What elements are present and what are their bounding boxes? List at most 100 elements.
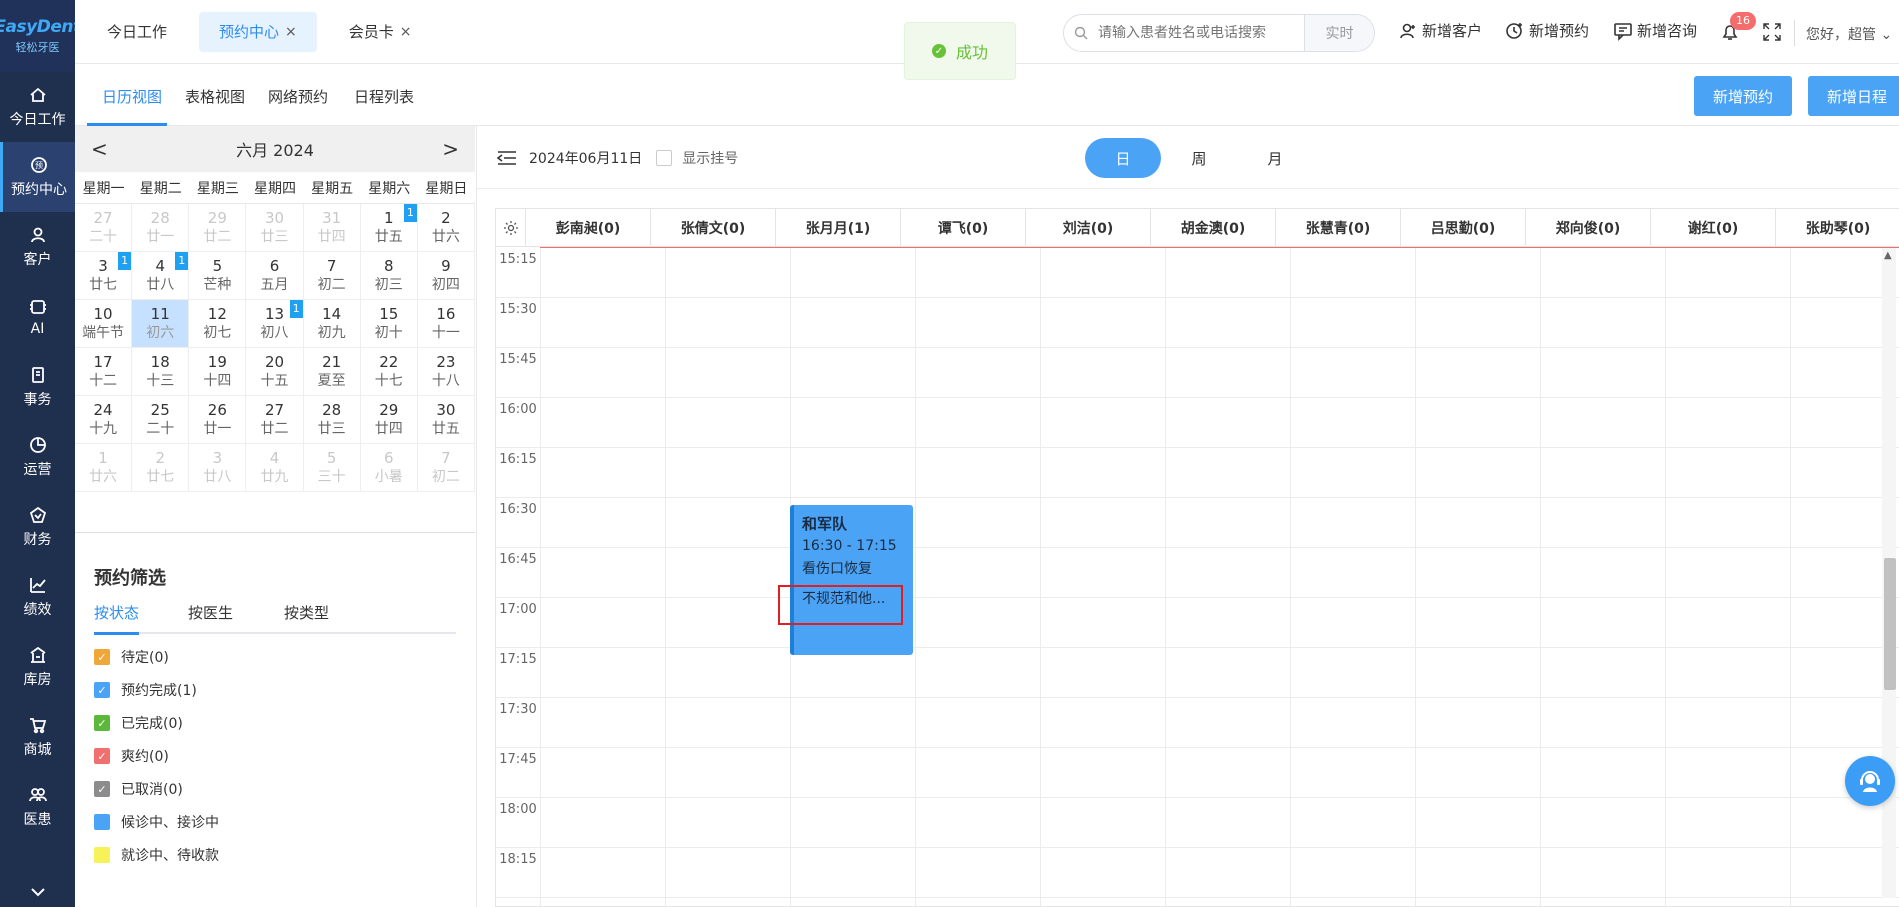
time-slot-row[interactable]: 16:30 <box>496 498 1899 548</box>
calendar-day[interactable]: 28 廿一 <box>132 204 190 252</box>
calendar-day[interactable]: 21 夏至 <box>303 348 361 396</box>
time-slot-row[interactable]: 16:00 <box>496 398 1899 448</box>
doctor-column-header[interactable]: 彭南昶(0) <box>526 209 651 246</box>
calendar-day[interactable]: 2 廿七 <box>132 444 190 492</box>
calendar-day[interactable]: 1 廿六 <box>75 444 133 492</box>
tab-table-view[interactable]: 表格视图 <box>185 86 245 107</box>
scroll-up-arrow[interactable]: ▲ <box>1884 250 1892 261</box>
fullscreen-button[interactable] <box>1762 22 1782 46</box>
brand-logo[interactable]: EasyDent 轻松牙医 <box>0 0 81 72</box>
doctor-column-header[interactable]: 胡金澳(0) <box>1151 209 1276 246</box>
time-slot-row[interactable]: 18:00 <box>496 798 1899 848</box>
tab-schedule-list[interactable]: 日程列表 <box>354 86 414 107</box>
calendar-day[interactable]: 13 初八 1 <box>246 300 304 348</box>
calendar-day[interactable]: 30 廿三 <box>246 204 304 252</box>
status-filter-item[interactable]: ✓ 已取消(0) <box>94 779 183 799</box>
add-consult-button[interactable]: 新增咨询 <box>1613 20 1697 41</box>
doctor-column-header[interactable]: 吕思勤(0) <box>1401 209 1526 246</box>
calendar-day[interactable]: 27 廿二 <box>246 396 304 444</box>
time-slot-row[interactable]: 16:15 <box>496 448 1899 498</box>
top-tab-0[interactable]: 今日工作 <box>87 12 187 52</box>
calendar-day[interactable]: 10 端午节 <box>75 300 133 348</box>
prev-month-button[interactable]: < <box>91 137 108 161</box>
filter-tab-doctor[interactable]: 按医生 <box>188 602 233 623</box>
nav-item-6[interactable]: 财务 <box>0 492 75 562</box>
time-slot-row[interactable]: 18:15 <box>496 848 1899 898</box>
nav-item-9[interactable]: 商城 <box>0 702 75 772</box>
calendar-day[interactable]: 22 十七 <box>360 348 418 396</box>
doctor-column-header[interactable]: 张助琴(0) <box>1776 209 1899 246</box>
nav-item-3[interactable]: AI <box>0 282 75 352</box>
calendar-day[interactable]: 23 十八 <box>417 348 475 396</box>
tab-calendar-view[interactable]: 日历视图 <box>102 86 162 107</box>
calendar-day[interactable]: 4 廿九 <box>246 444 304 492</box>
filter-tab-type[interactable]: 按类型 <box>284 602 329 623</box>
nav-item-5[interactable]: 运营 <box>0 422 75 492</box>
view-month-button[interactable]: 月 <box>1237 138 1313 178</box>
status-filter-item[interactable]: ✓ 待定(0) <box>94 647 169 667</box>
nav-item-10[interactable]: 医患 <box>0 772 75 842</box>
new-appointment-button[interactable]: 新增预约 <box>1694 76 1792 116</box>
show-registration-checkbox[interactable] <box>656 150 673 166</box>
calendar-day[interactable]: 30 廿五 <box>417 396 475 444</box>
status-filter-item[interactable]: 就诊中、待收款 <box>94 845 219 865</box>
calendar-day[interactable]: 26 廿一 <box>189 396 247 444</box>
add-customer-button[interactable]: 新增客户 <box>1398 20 1482 41</box>
calendar-day[interactable]: 7 初二 <box>303 252 361 300</box>
nav-item-8[interactable]: 库房 <box>0 632 75 702</box>
calendar-day[interactable]: 2 廿六 <box>417 204 475 252</box>
search-input[interactable] <box>1098 25 1304 41</box>
notifications-button[interactable]: 16 <box>1720 12 1756 46</box>
time-slot-row[interactable]: 17:00 <box>496 598 1899 648</box>
calendar-day[interactable]: 4 廿八 1 <box>132 252 190 300</box>
doctor-column-header[interactable]: 张月月(1) <box>776 209 901 246</box>
calendar-day[interactable]: 12 初七 <box>189 300 247 348</box>
customer-support-button[interactable] <box>1845 756 1895 806</box>
calendar-day[interactable]: 9 初四 <box>417 252 475 300</box>
calendar-day[interactable]: 14 初九 <box>303 300 361 348</box>
calendar-day[interactable]: 25 二十 <box>132 396 190 444</box>
top-tab-1[interactable]: 预约中心 × <box>199 11 317 52</box>
status-filter-item[interactable]: 候诊中、接诊中 <box>94 812 219 832</box>
time-slot-row[interactable]: 15:30 <box>496 298 1899 348</box>
calendar-day[interactable]: 3 廿七 1 <box>75 252 133 300</box>
calendar-day[interactable]: 1 廿五 1 <box>360 204 418 252</box>
calendar-day[interactable]: 15 初十 <box>360 300 418 348</box>
calendar-day[interactable]: 29 廿四 <box>360 396 418 444</box>
doctor-column-header[interactable]: 张慧青(0) <box>1276 209 1401 246</box>
color-swatch[interactable] <box>94 847 110 863</box>
time-slot-row[interactable]: 17:30 <box>496 698 1899 748</box>
close-icon[interactable]: × <box>400 24 412 40</box>
calendar-day[interactable]: 28 廿三 <box>303 396 361 444</box>
time-slot-row[interactable]: 15:45 <box>496 348 1899 398</box>
calendar-day[interactable]: 29 廿二 <box>189 204 247 252</box>
status-filter-item[interactable]: ✓ 预约完成(1) <box>94 680 197 700</box>
doctor-column-header[interactable]: 刘洁(0) <box>1026 209 1151 246</box>
nav-item-1[interactable]: 预预约中心 <box>0 142 75 212</box>
doctor-column-header[interactable]: 郑向俊(0) <box>1526 209 1651 246</box>
filter-tab-status[interactable]: 按状态 <box>94 602 139 623</box>
user-greeting[interactable]: 您好，超管 ⌄ <box>1806 24 1892 44</box>
calendar-day[interactable]: 8 初三 <box>360 252 418 300</box>
checkbox-checked-icon[interactable]: ✓ <box>94 715 110 731</box>
next-month-button[interactable]: > <box>442 137 459 161</box>
status-filter-item[interactable]: ✓ 爽约(0) <box>94 746 169 766</box>
nav-item-4[interactable]: 事务 <box>0 352 75 422</box>
time-slot-row[interactable]: 15:15 <box>496 248 1899 298</box>
calendar-day[interactable]: 17 十二 <box>75 348 133 396</box>
tab-online-booking[interactable]: 网络预约 <box>268 86 328 107</box>
doctor-column-header[interactable]: 谢红(0) <box>1651 209 1776 246</box>
calendar-day[interactable]: 6 小暑 <box>360 444 418 492</box>
calendar-day[interactable]: 27 二十 <box>75 204 133 252</box>
status-filter-item[interactable]: ✓ 已完成(0) <box>94 713 183 733</box>
nav-item-0[interactable]: 今日工作 <box>0 72 75 142</box>
time-slot-row[interactable]: 17:45 <box>496 748 1899 798</box>
checkbox-checked-icon[interactable]: ✓ <box>94 649 110 665</box>
calendar-day[interactable]: 16 十一 <box>417 300 475 348</box>
time-slot-row[interactable]: 16:45 <box>496 548 1899 598</box>
top-tab-2[interactable]: 会员卡 × <box>329 12 432 52</box>
doctor-column-header[interactable]: 谭飞(0) <box>901 209 1026 246</box>
nav-collapse-button[interactable] <box>0 877 75 907</box>
view-day-button[interactable]: 日 <box>1085 138 1161 178</box>
appointment-card[interactable]: 和军队 16:30 - 17:15 看伤口恢复 不规范和他... <box>790 505 913 655</box>
